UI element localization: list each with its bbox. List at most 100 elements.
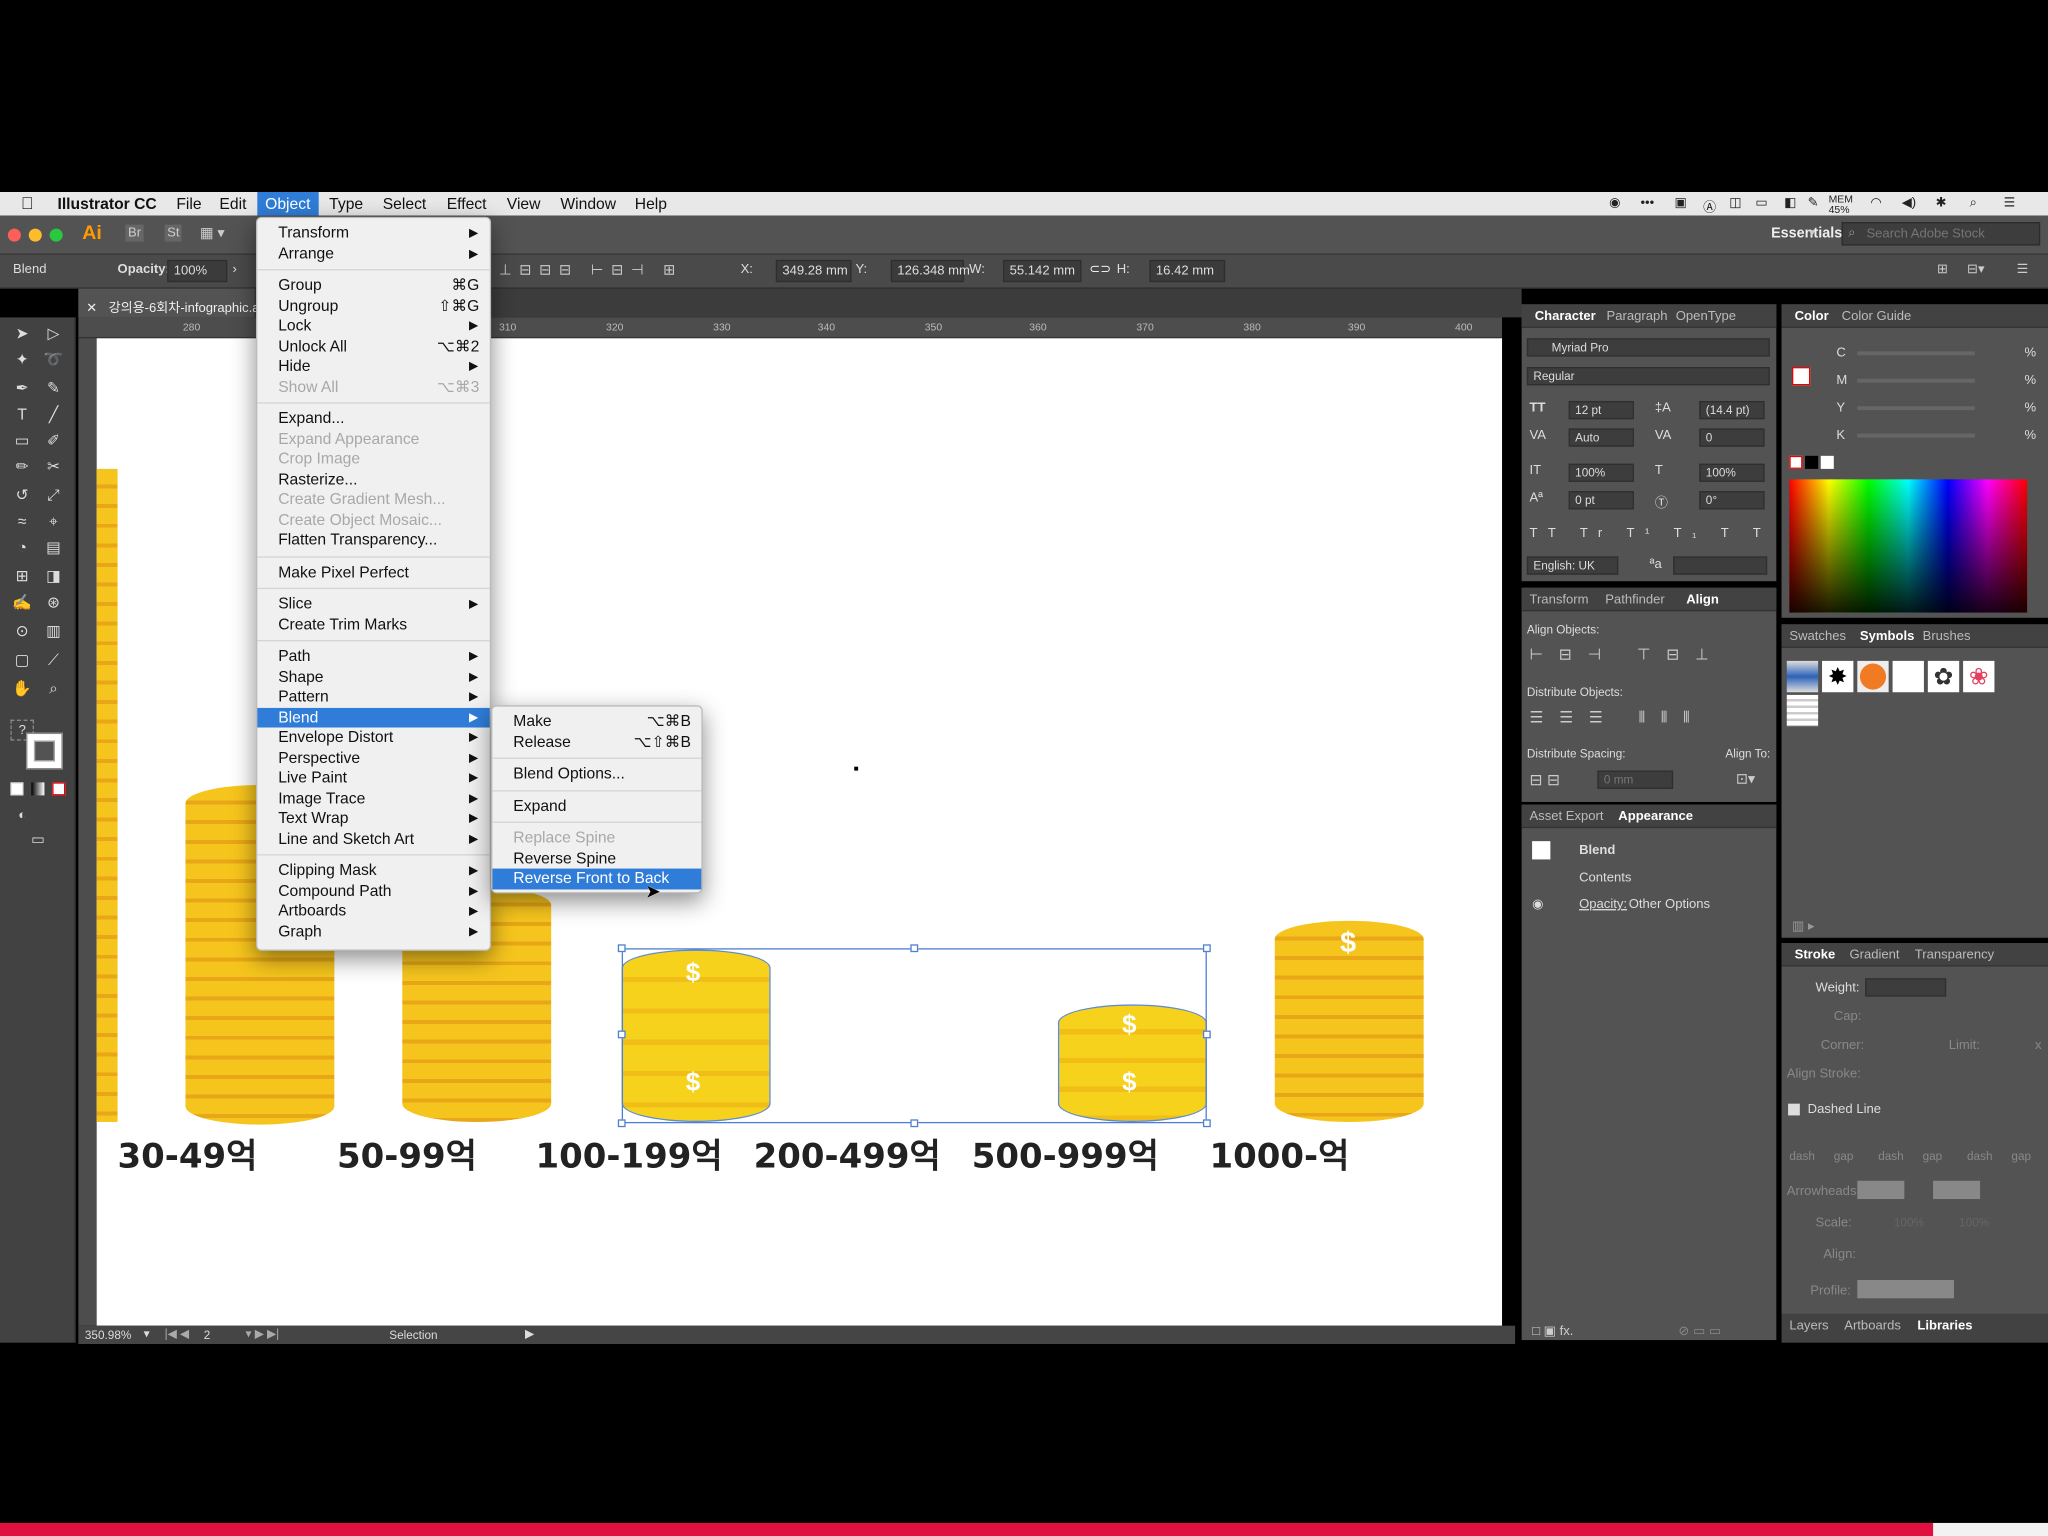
ink-icon[interactable]: ✎ (1808, 196, 1819, 210)
blend-menu-item-reverse-front-to-back[interactable]: Reverse Front to Back (492, 868, 702, 889)
object-menu-item-graph[interactable]: Graph ▶ (257, 921, 489, 941)
blend-menu-item-reverse-spine[interactable]: Reverse Spine (492, 848, 701, 868)
dashed-line-checkbox[interactable] (1788, 1103, 1800, 1116)
type-tool-icon[interactable]: T (10, 404, 34, 425)
leading-field[interactable]: (14.4 pt) (1699, 400, 1765, 420)
slice-tool-icon[interactable]: ⟋ (42, 649, 66, 670)
menu-help[interactable]: Help (635, 195, 667, 213)
tab-symbols[interactable]: Symbols (1860, 630, 1914, 644)
menu-object[interactable]: Object (257, 191, 319, 216)
profile-select[interactable] (1857, 1279, 1954, 1299)
blend-menu-item-blend-options[interactable]: Blend Options... (492, 764, 701, 784)
symbol-wreath[interactable]: ✿ (1927, 660, 1960, 693)
object-menu-item-ungroup[interactable]: Ungroup ⇧⌘G (257, 296, 489, 316)
scale-end[interactable]: 100% (1959, 1216, 1989, 1229)
font-style-select[interactable]: Regular (1526, 367, 1770, 386)
object-menu-item-flatten-transparency[interactable]: Flatten Transparency... (257, 530, 489, 550)
none-swatch[interactable] (1789, 455, 1803, 469)
minimize-window-button[interactable] (28, 228, 42, 242)
rectangle-tool-icon[interactable]: ▭ (10, 430, 34, 451)
shaper-icon[interactable]: ✏ (10, 456, 34, 477)
menu-type[interactable]: Type (329, 195, 363, 213)
selection-bounding-box[interactable] (617, 944, 1211, 1128)
tab-transparency[interactable]: Transparency (1915, 948, 1994, 962)
tab-stroke[interactable]: Stroke (1795, 948, 1836, 962)
document-tab[interactable]: ✕ 강의용-6회차-infographic.ai* (78, 288, 267, 318)
line-tool-icon[interactable]: ╱ (42, 404, 66, 425)
appearance-footer-right-icons[interactable]: ⊘ ▭ ▭ (1678, 1324, 1721, 1338)
menubar-app-icon[interactable]: ▣ (1674, 196, 1686, 210)
artboard-number[interactable]: 2 (204, 1328, 211, 1341)
kerning-field[interactable]: Auto (1568, 428, 1634, 447)
record-icon[interactable]: ◉ (1609, 196, 1620, 210)
tab-libraries[interactable]: Libraries (1917, 1319, 1972, 1333)
object-menu-item-live-paint[interactable]: Live Paint ▶ (257, 768, 489, 788)
workspace-switcher[interactable]: Essentials (1771, 226, 1842, 242)
artboard-chevron-icon[interactable]: ▾ ▶ ▶| (246, 1327, 280, 1341)
weight-field[interactable] (1865, 978, 1947, 997)
visibility-eye-icon[interactable]: ◉ (1532, 897, 1543, 911)
tab-opentype[interactable]: OpenType (1676, 310, 1736, 324)
object-menu-item-hide[interactable]: Hide ▶ (257, 357, 489, 377)
scale-start[interactable]: 100% (1894, 1216, 1924, 1229)
stock-button[interactable]: St (164, 224, 183, 242)
stock-search-input[interactable] (1866, 224, 2034, 243)
object-menu-item-compound-path[interactable]: Compound Path ▶ (257, 881, 489, 901)
graph-tool-icon[interactable]: ▥ (42, 620, 66, 641)
zoom-window-button[interactable] (49, 228, 63, 242)
menu-select[interactable]: Select (383, 195, 427, 213)
appearance-contents[interactable]: Contents (1579, 871, 1631, 885)
tab-character[interactable]: Character (1535, 310, 1596, 324)
align-objects-buttons[interactable]: ⊢⊟⊣ ⊤⊟⊥ (1529, 645, 1724, 663)
object-menu-item-pattern[interactable]: Pattern ▶ (257, 687, 489, 707)
status-arrow-icon[interactable]: ▶ (525, 1327, 534, 1341)
font-family-select[interactable]: Myriad Pro (1526, 338, 1770, 357)
y-field[interactable]: 126.348 mm (890, 259, 970, 283)
symbol-orb-wrap[interactable] (1857, 660, 1889, 693)
warp-icon[interactable]: ≈ (10, 511, 34, 532)
magic-wand-icon[interactable]: ✦ (10, 349, 34, 370)
object-menu-item-expand-appearance[interactable]: Expand Appearance (257, 429, 489, 449)
first-artboard-icon[interactable]: |◀ ◀ (165, 1327, 189, 1341)
perspective-grid-icon[interactable]: ▤ (42, 537, 66, 558)
object-menu-item-expand[interactable]: Expand... (257, 409, 489, 429)
vertical-scale-field[interactable]: 100% (1568, 463, 1634, 482)
tab-paragraph[interactable]: Paragraph (1607, 310, 1668, 324)
gradient-mode-icon[interactable] (31, 782, 45, 796)
black-swatch[interactable] (1805, 455, 1819, 469)
resize-handle[interactable] (1202, 944, 1211, 953)
menu-file[interactable]: File (176, 195, 201, 213)
channel-slider[interactable] (1857, 433, 1975, 438)
menu-window[interactable]: Window (560, 195, 616, 213)
tab-brushes[interactable]: Brushes (1923, 630, 1971, 644)
gradient-icon[interactable]: ◨ (42, 566, 66, 587)
paintbrush-icon[interactable]: ✐ (42, 430, 66, 451)
color-mode-icon[interactable] (10, 782, 24, 796)
stock-search-box[interactable]: ⌕ (1841, 222, 2041, 246)
x-field[interactable]: 349.28 mm (775, 259, 852, 283)
rotate-icon[interactable]: ↺ (10, 485, 34, 506)
screen-mode-icon[interactable]: ▭ (26, 829, 50, 850)
tab-gradient[interactable]: Gradient (1849, 948, 1899, 962)
spacing-field[interactable]: 0 mm (1597, 770, 1674, 789)
blend-menu-item-make[interactable]: Make ⌥⌘B (492, 712, 701, 732)
channel-slider[interactable] (1857, 406, 1975, 411)
blend-menu-item-expand[interactable]: Expand (492, 796, 701, 816)
object-menu-item-make-pixel-perfect[interactable]: Make Pixel Perfect (257, 562, 489, 582)
workspace-layout-icon[interactable]: ▦ ▾ (200, 225, 225, 242)
selection-tool-icon[interactable]: ➤ (10, 323, 34, 344)
symbol-flower[interactable]: ❀ (1963, 660, 1995, 693)
volume-icon[interactable]: ◀) (1902, 196, 1916, 210)
tab-close-icon[interactable]: ✕ (86, 302, 97, 316)
isolate-icon[interactable]: ⊟▾ (1967, 263, 1985, 277)
menu-effect[interactable]: Effect (447, 195, 487, 213)
symbol-sprayer-icon[interactable]: ⊙ (10, 620, 34, 641)
tab-color-guide[interactable]: Color Guide (1842, 310, 1912, 324)
object-menu-item-create-gradient-mesh[interactable]: Create Gradient Mesh... (257, 490, 489, 510)
cc-icon[interactable]: ◫ (1729, 196, 1741, 210)
lasso-icon[interactable]: ➰ (42, 349, 66, 370)
apple-menu-icon[interactable]:  (21, 193, 34, 213)
blend-tool-icon[interactable]: ⊛ (42, 592, 66, 613)
zoom-chevron-icon[interactable]: ▾ (144, 1327, 150, 1341)
distribute-spacing-buttons[interactable]: ⊟ ⊟ (1529, 771, 1560, 789)
